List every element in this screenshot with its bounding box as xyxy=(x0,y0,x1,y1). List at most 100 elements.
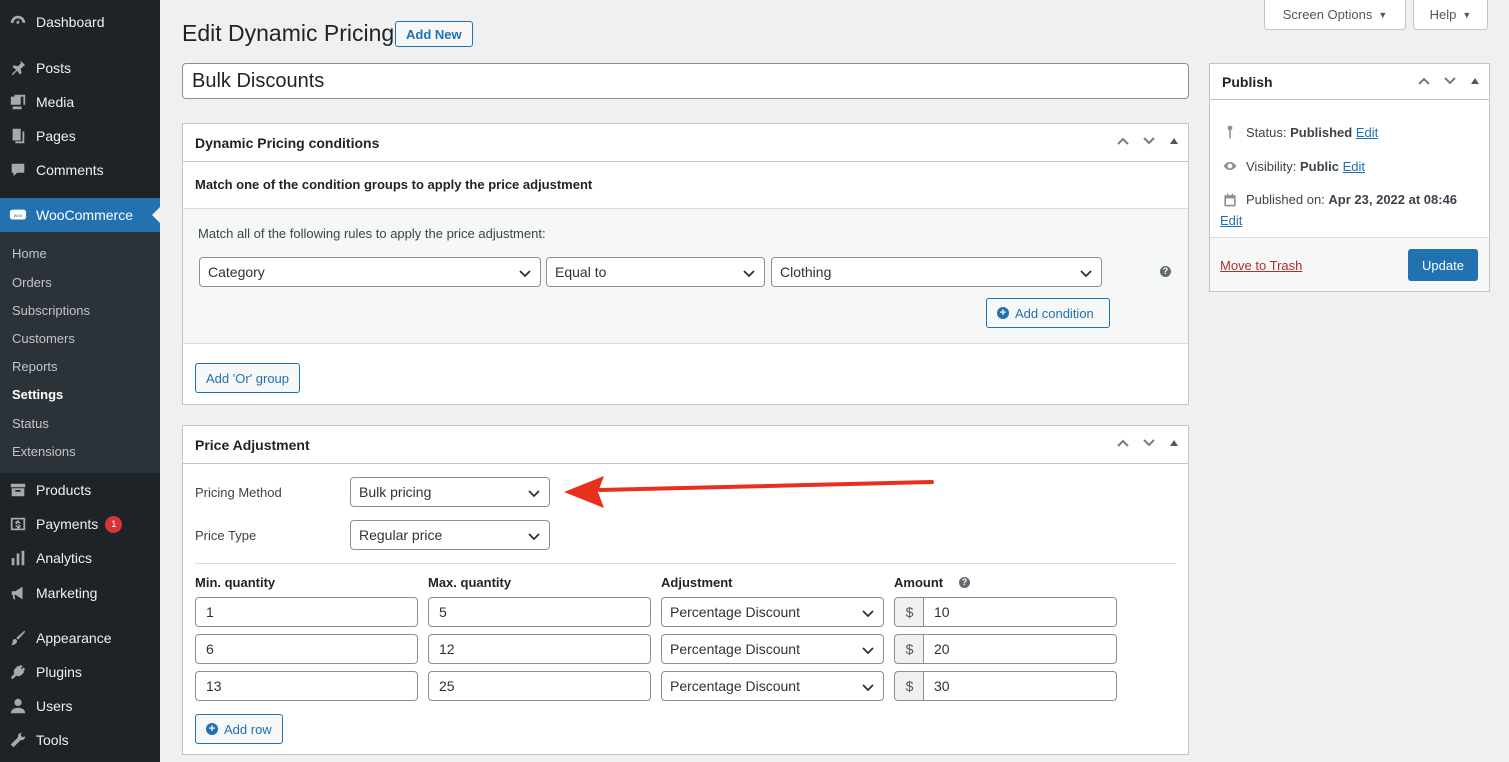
amount-input[interactable]: 20 xyxy=(923,634,1117,664)
amount-input[interactable]: 10 xyxy=(923,597,1117,627)
currency-addon: $ xyxy=(894,634,924,664)
menu-dashboard[interactable]: Dashboard xyxy=(0,5,160,39)
menu-payments[interactable]: Payments 1 xyxy=(0,507,160,541)
submenu-status[interactable]: Status xyxy=(12,416,49,431)
adjustment-select[interactable]: Percentage Discount xyxy=(661,597,884,627)
menu-label: Users xyxy=(36,698,73,714)
submenu-settings[interactable]: Settings xyxy=(12,387,63,402)
media-icon xyxy=(0,93,36,111)
collapse-toggle-icon[interactable] xyxy=(1170,138,1178,144)
menu-label: Analytics xyxy=(36,550,93,566)
menu-posts[interactable]: Posts xyxy=(0,51,160,85)
add-new-button[interactable]: Add New xyxy=(395,21,473,47)
move-up-icon[interactable] xyxy=(1116,436,1130,450)
adjustment-select[interactable]: Percentage Discount xyxy=(661,634,884,664)
edit-date-link[interactable]: Edit xyxy=(1220,213,1242,228)
chevron-down-icon xyxy=(861,680,875,694)
woo-icon: woo xyxy=(0,206,36,224)
divider xyxy=(195,563,1176,564)
chevron-down-icon xyxy=(518,266,532,280)
publish-visibility-row: Visibility: Public Edit xyxy=(1222,158,1365,174)
add-condition-button[interactable]: + Add condition xyxy=(986,298,1110,328)
move-down-icon[interactable] xyxy=(1142,134,1156,148)
menu-users[interactable]: Users xyxy=(0,689,160,723)
conditions-intro: Match one of the condition groups to app… xyxy=(195,177,593,192)
select-value: Regular price xyxy=(359,527,443,543)
max-quantity-input[interactable]: 5 xyxy=(428,597,651,627)
edit-visibility-link[interactable]: Edit xyxy=(1343,159,1365,174)
column-amount: Amount xyxy=(894,575,944,590)
condition-field-select[interactable]: Category xyxy=(199,257,541,287)
menu-appearance[interactable]: Appearance xyxy=(0,621,160,655)
plug-icon xyxy=(0,663,36,681)
menu-plugins[interactable]: Plugins xyxy=(0,655,160,689)
dashboard-icon xyxy=(0,13,36,31)
menu-label: Marketing xyxy=(36,585,98,601)
submenu-subscriptions[interactable]: Subscriptions xyxy=(12,303,90,318)
price-adjustment-header: Price Adjustment xyxy=(183,426,1188,464)
submenu-home[interactable]: Home xyxy=(12,246,47,261)
help-icon[interactable]: ? xyxy=(959,577,970,588)
submenu-customers[interactable]: Customers xyxy=(12,331,75,346)
column-adjustment: Adjustment xyxy=(661,575,733,590)
move-up-icon[interactable] xyxy=(1417,74,1431,88)
add-or-group-button[interactable]: Add 'Or' group xyxy=(195,363,301,393)
menu-pages[interactable]: Pages xyxy=(0,119,160,153)
price-type-select[interactable]: Regular price xyxy=(350,520,550,550)
archive-icon xyxy=(0,481,36,499)
collapse-toggle-icon[interactable] xyxy=(1170,440,1178,446)
min-quantity-input[interactable]: 6 xyxy=(195,634,418,664)
menu-woocommerce[interactable]: woo WooCommerce xyxy=(0,198,160,232)
max-quantity-input[interactable]: 25 xyxy=(428,671,651,701)
select-value: Clothing xyxy=(780,264,832,280)
post-title-input[interactable]: Bulk Discounts xyxy=(182,63,1189,99)
help-button[interactable]: Help ▼ xyxy=(1413,0,1488,30)
min-quantity-input[interactable]: 1 xyxy=(195,597,418,627)
select-value: Bulk pricing xyxy=(359,484,432,500)
bar-chart-icon xyxy=(0,549,36,567)
help-label: Help xyxy=(1429,7,1457,22)
plus-circle-icon: + xyxy=(206,723,218,735)
pricing-method-select[interactable]: Bulk pricing xyxy=(350,477,550,507)
price-adjustment-title: Price Adjustment xyxy=(195,436,310,453)
help-icon[interactable]: ? xyxy=(1160,266,1171,277)
admin-sidebar: Dashboard Posts Media Pages Comments woo… xyxy=(0,0,160,762)
menu-marketing[interactable]: Marketing xyxy=(0,576,160,610)
move-down-icon[interactable] xyxy=(1142,436,1156,450)
move-to-trash-link[interactable]: Move to Trash xyxy=(1220,258,1302,273)
menu-label: Tools xyxy=(36,732,69,748)
submenu-reports[interactable]: Reports xyxy=(12,359,58,374)
menu-products[interactable]: Products xyxy=(0,473,160,507)
menu-label: WooCommerce xyxy=(36,207,133,223)
collapse-toggle-icon[interactable] xyxy=(1471,78,1479,84)
input-value: 12 xyxy=(439,641,455,657)
select-value: Percentage Discount xyxy=(670,641,800,657)
amount-input[interactable]: 30 xyxy=(923,671,1117,701)
screen-options-button[interactable]: Screen Options ▼ xyxy=(1264,0,1406,30)
caret-down-icon: ▼ xyxy=(1378,9,1388,20)
publish-box-header: Publish xyxy=(1210,64,1489,100)
update-button[interactable]: Update xyxy=(1408,249,1478,281)
screen-options-label: Screen Options xyxy=(1282,7,1373,22)
menu-analytics[interactable]: Analytics xyxy=(0,541,160,575)
comments-icon xyxy=(0,161,36,179)
notification-badge: 1 xyxy=(105,515,123,533)
submenu-extensions[interactable]: Extensions xyxy=(12,444,76,459)
publish-date-row: Published on: Apr 23, 2022 at 08:46 xyxy=(1222,192,1457,208)
move-up-icon[interactable] xyxy=(1116,134,1130,148)
menu-label: Media xyxy=(36,94,75,110)
menu-comments[interactable]: Comments xyxy=(0,153,160,187)
min-quantity-input[interactable]: 13 xyxy=(195,671,418,701)
add-row-button[interactable]: + Add row xyxy=(195,714,283,744)
condition-value-select[interactable]: Clothing xyxy=(771,257,1102,287)
move-down-icon[interactable] xyxy=(1443,74,1457,88)
menu-tools[interactable]: Tools xyxy=(0,723,160,757)
condition-operator-select[interactable]: Equal to xyxy=(546,257,765,287)
menu-media[interactable]: Media xyxy=(0,85,160,119)
chevron-down-icon xyxy=(527,486,541,500)
max-quantity-input[interactable]: 12 xyxy=(428,634,651,664)
submenu-orders[interactable]: Orders xyxy=(12,275,52,290)
adjustment-select[interactable]: Percentage Discount xyxy=(661,671,884,701)
menu-label: Plugins xyxy=(36,664,82,680)
edit-status-link[interactable]: Edit xyxy=(1356,125,1378,140)
